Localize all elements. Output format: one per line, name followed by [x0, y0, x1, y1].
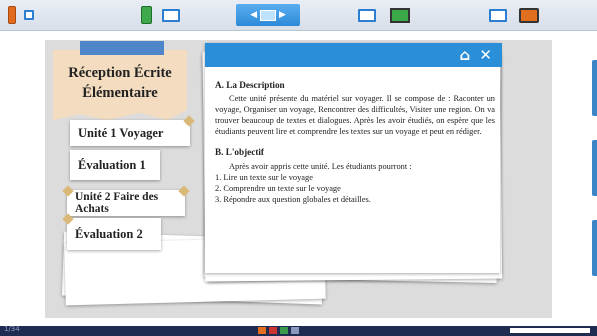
arrow-left-icon: ◀	[250, 10, 257, 20]
status-bar: 1/34	[0, 325, 597, 336]
zoom-slider[interactable]	[510, 328, 590, 333]
green-screen-view-button[interactable]	[358, 4, 410, 26]
pin-icon	[183, 115, 195, 127]
content-header: ⌂ ✕	[205, 43, 502, 67]
phone-icon	[140, 6, 152, 24]
status-icon[interactable]	[269, 327, 277, 334]
orange-screen-icon	[519, 7, 539, 23]
nav-unite-1[interactable]: Unité 1 Voyager	[70, 115, 195, 146]
list-item: 2. Comprendre un texte sur le voyage	[215, 183, 341, 193]
nav-label: Unité 1 Voyager	[78, 125, 164, 140]
side-tab[interactable]	[592, 140, 597, 196]
tape-strip	[80, 41, 164, 55]
home-icon[interactable]: ⌂	[459, 46, 470, 64]
laptop-icon	[260, 9, 276, 21]
side-tab[interactable]	[592, 220, 597, 276]
nav-evaluation-2[interactable]: Évaluation 2	[62, 213, 161, 250]
arrow-right-icon: ▶	[279, 10, 286, 20]
status-icon[interactable]	[258, 327, 266, 334]
nav-evaluation-1[interactable]: Évaluation 1	[70, 150, 160, 180]
nav-label: Évaluation 2	[75, 226, 143, 241]
green-phone-view-button[interactable]	[136, 4, 184, 26]
course-title-line2: Élémentaire	[82, 85, 158, 101]
green-screen-icon	[390, 7, 410, 23]
section-b-intro: Après avoir appris cette unité. Les étud…	[229, 161, 412, 171]
screen-icon	[358, 8, 376, 22]
list-item: 1. Lire un texte sur le voyage	[215, 172, 313, 182]
side-tab[interactable]	[592, 60, 597, 116]
section-b-title: B. L'objectif	[215, 147, 264, 158]
main-card: ⌂ ✕ Réception Écrite Élémentaire Unité 1…	[45, 40, 552, 318]
unit-description: A. La Description Cette unité présente d…	[215, 80, 495, 205]
orange-phone-view-button[interactable]	[8, 4, 34, 26]
objectives-list: 1. Lire un texte sur le voyage 2. Compre…	[215, 172, 495, 205]
status-icon[interactable]	[291, 327, 299, 334]
course-title: Réception Écrite Élémentaire	[53, 63, 187, 103]
status-icon[interactable]	[280, 327, 288, 334]
close-icon[interactable]: ✕	[479, 46, 492, 64]
section-a-title: A. La Description	[215, 80, 285, 90]
toolbar: ◀ ▶	[0, 0, 597, 31]
status-icons	[258, 327, 299, 334]
nav-unite-2[interactable]: Unité 2 Faire des Achats	[62, 185, 190, 216]
course-title-line1: Réception Écrite	[68, 65, 172, 81]
pin-icon	[62, 185, 74, 197]
phone-icon	[8, 6, 16, 24]
screen-icon	[161, 8, 180, 22]
desktop-view-button[interactable]: ◀ ▶	[236, 4, 300, 26]
screen-icon	[23, 10, 34, 20]
screen-icon	[489, 8, 507, 22]
section-a-body: Cette unité présente du matériel sur voy…	[215, 94, 495, 137]
page-indicator: 1/34	[4, 325, 20, 333]
list-item: 3. Répondre aux question globales et dét…	[215, 194, 371, 204]
orange-screen-view-button[interactable]	[488, 4, 540, 26]
nav-label: Évaluation 1	[78, 157, 146, 172]
nav-label: Unité 2 Faire des Achats	[75, 191, 159, 215]
